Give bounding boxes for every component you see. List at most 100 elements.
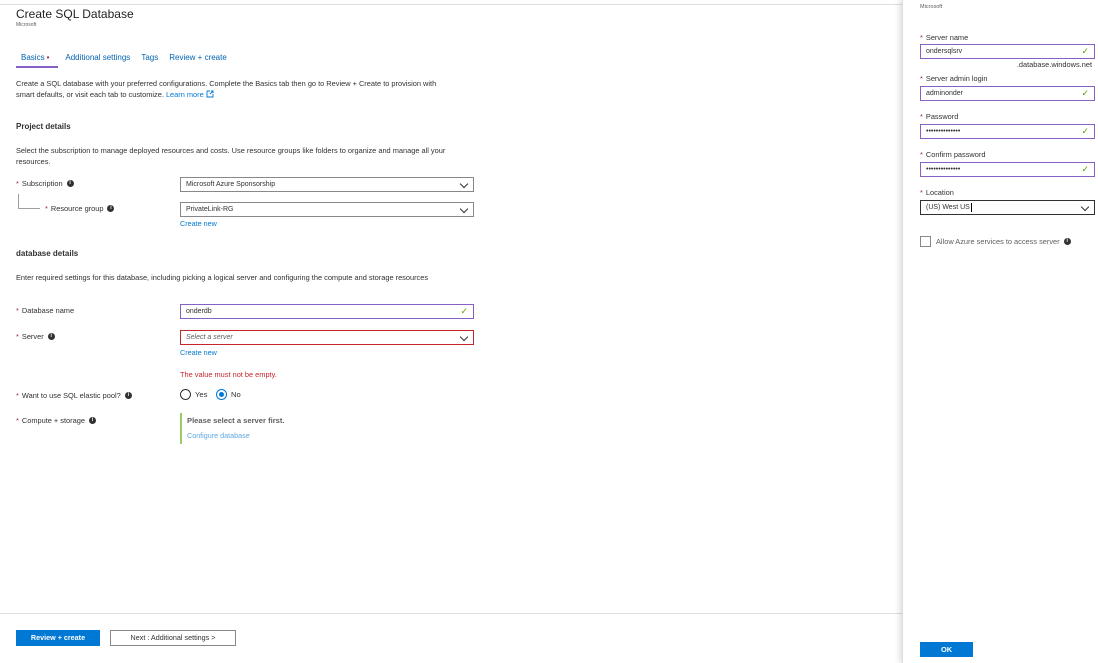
password-label-text: Password bbox=[925, 112, 959, 121]
required-star: * bbox=[16, 391, 19, 400]
tree-connector-vertical bbox=[18, 194, 19, 208]
new-server-panel: Microsoft * Server name ondersqlsrv ✓ .dat… bbox=[902, 0, 1098, 663]
elastic-pool-label-text: Want to use SQL elastic pool? bbox=[21, 391, 121, 400]
required-star: * bbox=[920, 112, 923, 121]
required-star: * bbox=[920, 33, 923, 42]
subscription-select[interactable]: Microsoft Azure Sponsorship bbox=[180, 177, 474, 192]
tab-review-create[interactable]: Review + create bbox=[169, 53, 227, 67]
location-select[interactable]: (US) West US bbox=[920, 200, 1095, 215]
database-name-label: * Database name bbox=[16, 306, 74, 315]
server-label: * Server i bbox=[16, 332, 55, 341]
intro-text: Create a SQL database with your preferre… bbox=[16, 78, 456, 100]
resource-group-label: * Resource group i bbox=[45, 204, 115, 213]
server-name-label: * Server name bbox=[920, 33, 968, 42]
admin-login-input[interactable]: adminonder ✓ bbox=[920, 86, 1095, 101]
confirm-password-input[interactable]: •••••••••••••• ✓ bbox=[920, 162, 1095, 177]
required-star: * bbox=[920, 188, 923, 197]
server-name-suffix: .database.windows.net bbox=[1016, 60, 1092, 69]
create-sql-database-blade: Create SQL Database Microsoft Basics • Ad… bbox=[0, 0, 902, 663]
allow-azure-services-label: Allow Azure services to access server bbox=[936, 237, 1060, 246]
admin-login-label: * Server admin login bbox=[920, 74, 988, 83]
required-star: * bbox=[45, 204, 48, 213]
info-icon[interactable]: i bbox=[124, 392, 132, 399]
server-select[interactable]: Select a server bbox=[180, 330, 474, 345]
valid-check-icon: ✓ bbox=[1081, 88, 1089, 98]
tab-additional-settings[interactable]: Additional settings bbox=[65, 53, 130, 67]
elastic-pool-label: * Want to use SQL elastic pool? i bbox=[16, 391, 132, 400]
password-label: * Password bbox=[920, 112, 958, 121]
elastic-pool-yes-option[interactable]: Yes bbox=[180, 389, 207, 400]
tree-connector-horizontal bbox=[18, 208, 40, 209]
subscription-label: * Subscription i bbox=[16, 179, 74, 188]
tab-strip: Basics • Additional settings Tags Review … bbox=[16, 53, 238, 68]
create-new-resource-group-link[interactable]: Create new bbox=[180, 219, 217, 228]
required-star: * bbox=[16, 416, 19, 425]
confirm-password-value: •••••••••••••• bbox=[926, 166, 961, 173]
database-name-label-text: Database name bbox=[21, 306, 75, 315]
elastic-pool-no-option[interactable]: No bbox=[216, 389, 241, 400]
valid-check-icon: ✓ bbox=[1081, 164, 1089, 174]
page-title: Create SQL Database bbox=[16, 7, 134, 21]
radio-yes[interactable] bbox=[180, 389, 191, 400]
database-name-input[interactable]: onderdb ✓ bbox=[180, 304, 474, 319]
learn-more-label: Learn more bbox=[165, 90, 204, 99]
page-subtitle: Microsoft bbox=[16, 22, 37, 28]
admin-login-value: adminonder bbox=[926, 90, 963, 97]
create-new-server-link[interactable]: Create new bbox=[180, 348, 217, 357]
password-input[interactable]: •••••••••••••• ✓ bbox=[920, 124, 1095, 139]
compute-storage-label: * Compute + storage i bbox=[16, 416, 96, 425]
server-name-value: ondersqlsrv bbox=[926, 48, 963, 55]
required-star: * bbox=[920, 150, 923, 159]
server-name-label-text: Server name bbox=[925, 33, 969, 42]
info-icon[interactable]: i bbox=[88, 417, 96, 424]
tab-tags[interactable]: Tags bbox=[141, 53, 158, 67]
required-star: * bbox=[16, 179, 19, 188]
confirm-password-label: * Confirm password bbox=[920, 150, 985, 159]
intro-description: Create a SQL database with your preferre… bbox=[16, 79, 437, 99]
password-value: •••••••••••••• bbox=[926, 128, 961, 135]
review-create-button[interactable]: Review + create bbox=[16, 630, 100, 646]
allow-azure-services-option[interactable]: Allow Azure services to access server i bbox=[920, 236, 1071, 247]
location-label: * Location bbox=[920, 188, 954, 197]
database-details-description: Enter required settings for this databas… bbox=[16, 273, 429, 282]
required-dot: • bbox=[46, 53, 50, 62]
top-divider bbox=[0, 4, 902, 5]
next-additional-settings-button[interactable]: Next : Additional settings > bbox=[110, 630, 236, 646]
info-icon[interactable]: i bbox=[47, 333, 55, 340]
server-name-input[interactable]: ondersqlsrv ✓ bbox=[920, 44, 1095, 59]
admin-login-label-text: Server admin login bbox=[925, 74, 988, 83]
tab-basics-label: Basics bbox=[21, 53, 45, 62]
text-cursor bbox=[970, 202, 972, 212]
required-star: * bbox=[920, 74, 923, 83]
info-icon[interactable]: i bbox=[107, 205, 115, 212]
footer-divider bbox=[0, 613, 902, 614]
valid-check-icon: ✓ bbox=[460, 306, 468, 316]
radio-yes-label: Yes bbox=[195, 390, 208, 399]
learn-more-link[interactable]: Learn more bbox=[166, 90, 214, 99]
required-star: * bbox=[16, 332, 19, 341]
info-icon[interactable]: i bbox=[1063, 238, 1071, 245]
compute-storage-box: Please select a server first. Configure … bbox=[180, 413, 330, 444]
ok-button[interactable]: OK bbox=[920, 642, 973, 657]
location-value: (US) West US bbox=[926, 204, 970, 211]
location-label-text: Location bbox=[925, 188, 954, 197]
server-label-text: Server bbox=[21, 332, 44, 341]
resource-group-select[interactable]: PrivateLink-RG bbox=[180, 202, 474, 217]
panel-subtitle: Microsoft bbox=[920, 4, 943, 10]
project-details-description: Select the subscription to manage deploy… bbox=[16, 146, 446, 166]
radio-no-label: No bbox=[231, 390, 241, 399]
valid-check-icon: ✓ bbox=[1081, 126, 1089, 136]
compute-storage-label-text: Compute + storage bbox=[21, 416, 85, 425]
info-icon[interactable]: i bbox=[66, 180, 74, 187]
valid-check-icon: ✓ bbox=[1081, 46, 1089, 56]
radio-no[interactable] bbox=[216, 389, 227, 400]
configure-database-link[interactable]: Configure database bbox=[187, 431, 330, 440]
external-link-icon bbox=[206, 90, 214, 98]
compute-note: Please select a server first. bbox=[187, 416, 285, 425]
tab-basics[interactable]: Basics • bbox=[16, 53, 59, 68]
subscription-label-text: Subscription bbox=[21, 179, 63, 188]
resource-group-label-text: Resource group bbox=[50, 204, 104, 213]
required-star: * bbox=[16, 306, 19, 315]
server-error-message: The value must not be empty. bbox=[180, 370, 277, 379]
allow-azure-services-checkbox[interactable] bbox=[920, 236, 931, 247]
